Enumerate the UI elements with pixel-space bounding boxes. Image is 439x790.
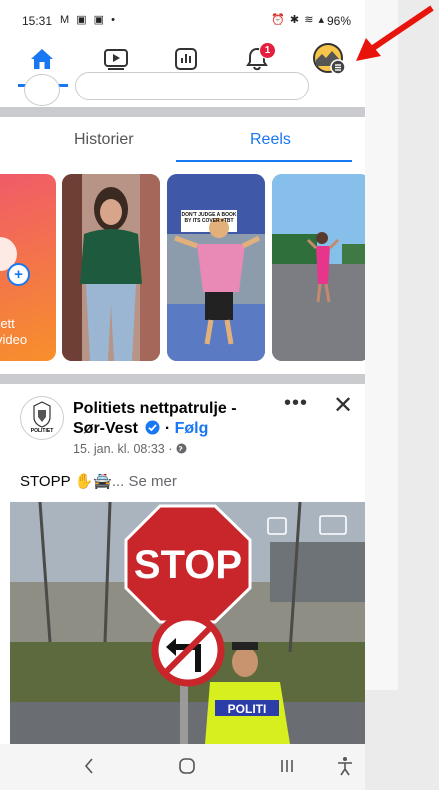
verified-badge-icon xyxy=(145,420,160,435)
post-date[interactable]: 15. jan. kl. 08:33 · xyxy=(73,442,176,456)
nav-notifications[interactable]: 1 xyxy=(237,42,277,76)
nav-video[interactable] xyxy=(96,42,136,76)
post-body: STOPP ✋🚔 xyxy=(20,473,112,490)
see-more-link[interactable]: ... Se mer xyxy=(112,473,177,490)
photo-stop-sign-police: STOP POLITI xyxy=(10,502,365,744)
recents-button[interactable] xyxy=(272,754,302,778)
post-meta: 15. jan. kl. 08:33 · xyxy=(73,442,187,456)
phone-screen: 15:31 M ▣ ▣ • ⏰ ✱ ≋ ▴ 96% 1 Historier Re… xyxy=(0,0,365,790)
profile-menu-icon xyxy=(313,43,346,75)
status-notification-icons: M ▣ ▣ • xyxy=(60,14,117,26)
stop-sign-text: STOP xyxy=(134,543,242,587)
create-reel-card[interactable]: + rett video xyxy=(0,174,56,361)
create-reel-label: rett video xyxy=(0,316,28,347)
reel-image-woman-pink-dress xyxy=(272,174,365,361)
reel-thumbnail[interactable]: DON'T JUDGE A BOOK BY ITS COVER #TBT xyxy=(167,174,265,361)
reel-sign-text: DON'T JUDGE A BOOK BY ITS COVER #TBT xyxy=(181,212,237,224)
status-time: 15:31 xyxy=(22,14,53,28)
hide-post-button[interactable]: ✕ xyxy=(333,391,353,420)
home-icon xyxy=(31,49,53,69)
tab-active-indicator xyxy=(176,160,352,162)
name-separator: · xyxy=(164,420,175,437)
follow-link[interactable]: Følg xyxy=(175,420,209,437)
add-icon: + xyxy=(7,263,30,286)
nav-home[interactable] xyxy=(22,42,62,76)
tab-reels[interactable]: Reels xyxy=(250,131,291,149)
section-divider xyxy=(0,374,365,384)
feed-post: POLITIET Politiets nettpatrulje - Sør-Ve… xyxy=(0,384,365,744)
recents-icon xyxy=(281,760,293,772)
reels-carousel: + rett video xyxy=(0,174,365,364)
reel-thumbnail[interactable] xyxy=(62,174,160,361)
system-navigation-bar xyxy=(0,744,365,790)
nav-menu-profile[interactable] xyxy=(309,42,349,76)
post-text: STOPP ✋🚔... Se mer xyxy=(20,472,177,490)
tab-stories[interactable]: Historier xyxy=(74,131,134,149)
back-chevron-icon xyxy=(84,758,93,774)
post-image[interactable]: STOP POLITI xyxy=(10,502,365,744)
notification-badge: 1 xyxy=(259,42,276,59)
globe-icon xyxy=(176,443,187,454)
avatar-label: POLITIET xyxy=(30,428,54,434)
composer-partial xyxy=(0,72,365,108)
page-avatar[interactable]: POLITIET xyxy=(20,396,64,440)
composer-input[interactable] xyxy=(75,72,309,100)
video-icon xyxy=(104,49,128,70)
status-system-icons: ⏰ ✱ ≋ ▴ xyxy=(271,14,325,26)
battery-level: 96% xyxy=(326,14,351,28)
vest-text: POLITI xyxy=(228,702,267,716)
section-divider xyxy=(0,107,365,117)
reel-image-woman-green-sweater xyxy=(62,174,160,361)
accessibility-icon xyxy=(338,757,352,776)
status-bar: 15:31 M ▣ ▣ • ⏰ ✱ ≋ ▴ 96% xyxy=(0,0,365,32)
stories-reels-tabs: Historier Reels xyxy=(0,117,365,165)
accessibility-button[interactable] xyxy=(330,754,360,778)
back-button[interactable] xyxy=(74,754,104,778)
feeds-chart-icon xyxy=(175,48,197,70)
more-options-button[interactable]: ••• xyxy=(284,392,308,415)
page-name-line: Politiets nettpatrulje - Sør-Vest · Følg xyxy=(73,399,268,439)
home-square-icon xyxy=(179,758,195,774)
user-avatar[interactable] xyxy=(24,74,60,106)
reel-image-woman-sign xyxy=(167,174,265,361)
home-button[interactable] xyxy=(172,754,202,778)
reel-thumbnail[interactable] xyxy=(272,174,365,361)
nav-feeds[interactable] xyxy=(166,42,206,76)
background-panel xyxy=(365,0,398,690)
